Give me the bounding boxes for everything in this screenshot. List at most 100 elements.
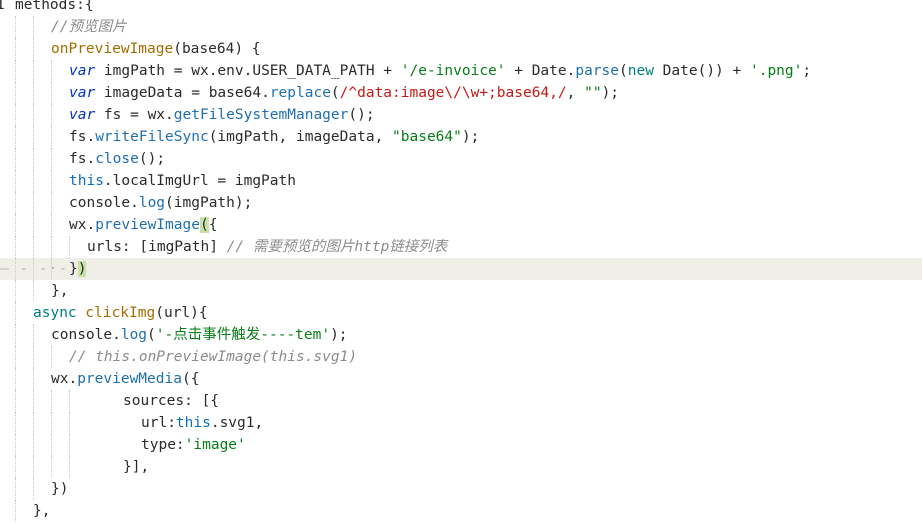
indent-guide <box>51 346 52 368</box>
indent-guide <box>15 390 16 412</box>
code-token: // this.onPreviewImage(this.svg1) <box>69 349 358 365</box>
code-token: close <box>95 151 139 167</box>
code-token: 'image' <box>184 437 246 453</box>
indent-guide <box>15 368 16 390</box>
code-line[interactable]: wx.previewImage({ <box>0 214 922 236</box>
code-token: '/e-invoice' <box>400 63 506 79</box>
code-token: // 需要预览的图片http链接列表 <box>226 239 448 255</box>
indent-guide <box>51 434 52 456</box>
indent-guide <box>33 368 34 390</box>
code-line[interactable]: fs.writeFileSync(imgPath, imageData, "ba… <box>0 126 922 148</box>
code-line[interactable]: fs.close(); <box>0 148 922 170</box>
code-token: '.png' <box>749 63 803 79</box>
code-line[interactable]: url:this.svg1, <box>0 412 922 434</box>
indent-guide <box>69 236 70 258</box>
code-line[interactable]: async clickImg(url){ <box>0 302 922 324</box>
code-line[interactable]: this.localImgUrl = imgPath <box>0 170 922 192</box>
code-text: url:this.svg1, <box>141 412 263 434</box>
code-line[interactable]: }, <box>0 280 922 302</box>
indent-guide <box>33 456 34 478</box>
code-line[interactable]: urls: [imgPath] // 需要预览的图片http链接列表 <box>0 236 922 258</box>
indent-guide <box>51 390 52 412</box>
code-text: }, <box>51 280 68 302</box>
code-line[interactable]: }, <box>0 500 922 522</box>
indent-guide <box>15 214 16 236</box>
code-token: log <box>120 327 148 343</box>
code-token: var <box>69 107 96 123</box>
code-token: ); <box>601 85 620 101</box>
code-token: }) <box>51 481 69 497</box>
indent-guide <box>51 456 52 478</box>
code-text: //预览图片 <box>51 16 126 38</box>
code-text: console.log(imgPath); <box>69 192 252 214</box>
indent-guide <box>15 82 16 104</box>
code-text: urls: [imgPath] // 需要预览的图片http链接列表 <box>87 236 447 258</box>
indent-guide <box>51 412 52 434</box>
code-line[interactable]: }) <box>0 478 922 500</box>
indent-guide <box>15 324 16 346</box>
code-text: sources: [{ <box>123 390 219 412</box>
code-line[interactable]: type:'image' <box>0 434 922 456</box>
indent-guide <box>33 214 34 236</box>
line-number: 1 <box>0 0 5 13</box>
code-token: console. <box>69 195 139 211</box>
code-line[interactable]: var imgPath = wx.env.USER_DATA_PATH + '/… <box>0 60 922 82</box>
code-editor[interactable]: 1 methods:{ //预览图片 onPreviewImage(base64) {… <box>0 0 922 523</box>
code-token: ; <box>802 63 812 79</box>
code-line[interactable]: console.log(imgPath); <box>0 192 922 214</box>
code-token: type: <box>141 437 185 453</box>
code-token: imageData = base64. <box>95 85 270 101</box>
code-line[interactable]: var imageData = base64.replace(/^data:im… <box>0 82 922 104</box>
code-token: replace <box>269 85 331 101</box>
code-token: sources: [{ <box>123 393 220 409</box>
code-line-current[interactable]: — - -·- -}) <box>0 258 922 280</box>
code-token: getFileSystemManager <box>173 107 349 123</box>
code-token: ( <box>199 217 209 233</box>
code-line[interactable]: // this.onPreviewImage(this.svg1) <box>0 346 922 368</box>
indent-guide <box>33 434 34 456</box>
indent-guide <box>15 456 16 478</box>
code-text: fs.writeFileSync(imgPath, imageData, "ba… <box>69 126 479 148</box>
indent-guide <box>69 412 70 434</box>
code-token: ( <box>330 85 340 101</box>
code-line[interactable]: sources: [{ <box>0 390 922 412</box>
code-token: (base64) { <box>173 41 261 57</box>
indent-guide <box>33 38 34 60</box>
code-token: Date()) + <box>653 63 750 79</box>
indent-guide <box>33 280 34 302</box>
indent-guide <box>33 478 34 500</box>
indent-guide <box>33 60 34 82</box>
code-token: ( <box>619 63 628 79</box>
code-token: this <box>69 173 104 189</box>
indent-guide <box>51 126 52 148</box>
code-token: }], <box>123 459 150 475</box>
code-token: .localImgUrl = imgPath <box>103 173 296 189</box>
code-line[interactable]: }], <box>0 456 922 478</box>
code-line[interactable]: onPreviewImage(base64) { <box>0 38 922 60</box>
code-text: wx.previewMedia({ <box>51 368 199 390</box>
code-token: fs. <box>69 151 96 167</box>
code-token: imgPath = wx.env.USER_DATA_PATH + <box>95 63 401 79</box>
code-token: //预览图片 <box>51 19 127 35</box>
indent-guide <box>15 126 16 148</box>
indent-guide <box>15 170 16 192</box>
code-text: this.localImgUrl = imgPath <box>69 170 296 192</box>
indent-guide <box>15 236 16 258</box>
code-line[interactable]: console.log('-点击事件触发----tem'); <box>0 324 922 346</box>
code-text: methods:{ <box>15 0 94 16</box>
indent-guide <box>15 148 16 170</box>
code-line[interactable]: 1 methods:{ <box>0 0 922 16</box>
code-token: var <box>69 85 96 101</box>
indent-guide <box>15 16 16 38</box>
code-token: (imgPath, imageData, <box>208 129 393 145</box>
code-line[interactable]: var fs = wx.getFileSystemManager(); <box>0 104 922 126</box>
indent-guide <box>51 148 52 170</box>
indent-guide <box>33 16 34 38</box>
code-line[interactable]: wx.previewMedia({ <box>0 368 922 390</box>
code-line[interactable]: //预览图片 <box>0 16 922 38</box>
code-token: console. <box>51 327 121 343</box>
indent-guide <box>51 60 52 82</box>
code-token: "base64" <box>392 129 462 145</box>
indent-guide <box>15 38 16 60</box>
code-text: }], <box>123 456 149 478</box>
